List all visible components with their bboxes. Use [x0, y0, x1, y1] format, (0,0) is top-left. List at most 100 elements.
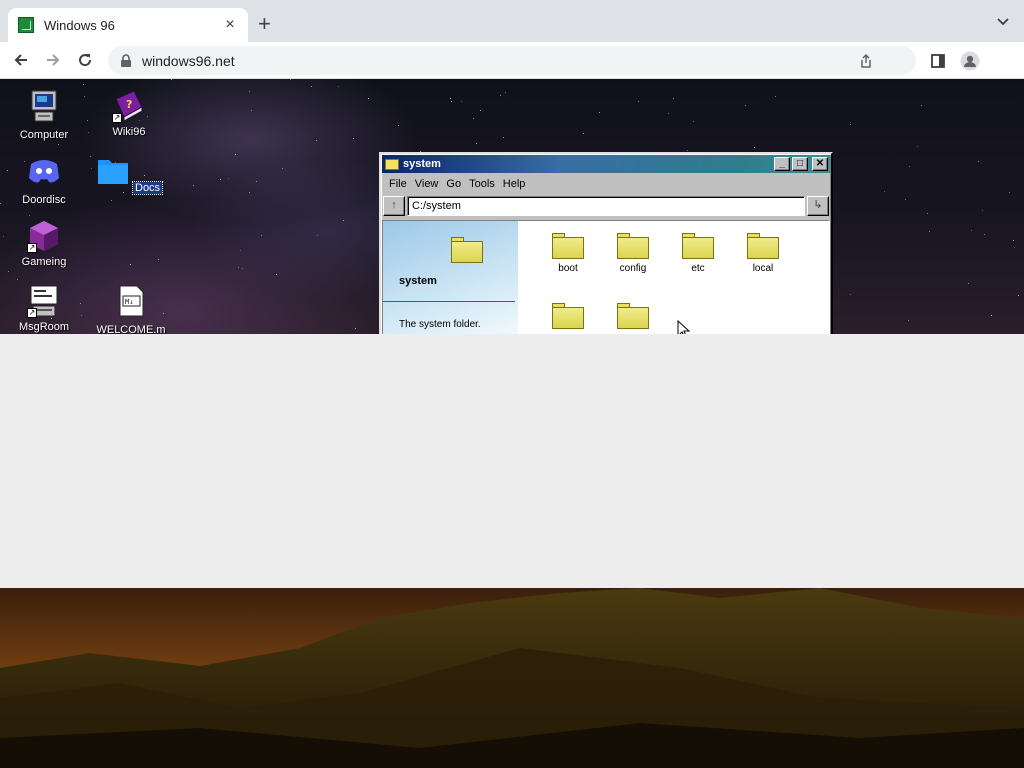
menu-bar: File View Go Tools Help — [381, 174, 831, 194]
url-text: windows96.net — [142, 52, 235, 69]
star — [473, 118, 474, 119]
reload-icon — [79, 54, 92, 67]
chevron-down-icon[interactable] — [996, 14, 1010, 28]
close-button[interactable]: ✕ — [812, 157, 828, 171]
star — [917, 146, 918, 147]
menu-tools[interactable]: Tools — [465, 178, 499, 190]
star — [8, 271, 9, 272]
star — [850, 294, 851, 295]
star — [921, 105, 922, 106]
star — [908, 320, 909, 321]
side-panel-button[interactable] — [928, 51, 948, 71]
game-cube-icon: ↗ — [27, 219, 61, 253]
back-button[interactable] — [10, 50, 32, 70]
star — [84, 96, 85, 97]
star — [83, 84, 84, 85]
star — [249, 91, 250, 92]
star — [0, 203, 1, 204]
desktop-icon-computer[interactable]: Computer — [4, 89, 84, 141]
star — [775, 96, 776, 97]
star — [220, 179, 221, 180]
tab-strip: Windows 96 × + — [0, 0, 1024, 42]
desktop-icon-label: Doordisc — [22, 194, 66, 206]
go-button[interactable]: ↳ — [807, 196, 829, 216]
star — [240, 250, 241, 251]
sidebar-divider — [383, 301, 515, 302]
star — [249, 192, 250, 193]
star — [282, 168, 283, 169]
minimize-button[interactable]: _ — [774, 157, 790, 171]
folder-item-5[interactable] — [543, 303, 593, 333]
folder-title-icon — [385, 158, 399, 170]
forward-button[interactable] — [42, 50, 64, 70]
folder-icon — [552, 303, 584, 329]
star — [638, 101, 639, 102]
folder-label: boot — [558, 263, 578, 274]
profile-button[interactable] — [960, 51, 980, 71]
star — [461, 101, 462, 102]
up-folder-button[interactable]: ↑ — [383, 196, 405, 216]
folder-item-6[interactable] — [608, 303, 658, 333]
share-button[interactable] — [856, 51, 876, 71]
star — [235, 154, 236, 155]
info-sidebar: system The system folder. — [383, 221, 518, 334]
star — [927, 213, 928, 214]
reload-button[interactable] — [74, 50, 96, 70]
folder-icon — [682, 233, 714, 259]
star — [256, 181, 257, 182]
folder-label: local — [752, 263, 774, 274]
star — [673, 98, 674, 99]
menu-file[interactable]: File — [385, 178, 411, 190]
browser-tab[interactable]: Windows 96 × — [8, 8, 248, 42]
explorer-window[interactable]: system _ □ ✕ File View Go Tools Help ↑ C… — [379, 152, 833, 334]
star — [17, 279, 18, 280]
desktop-icon-welcome[interactable]: M↓ WELCOME.m — [91, 284, 171, 334]
window-title: system — [403, 158, 441, 170]
star — [368, 98, 369, 99]
folder-item-config[interactable]: config — [608, 233, 658, 274]
new-tab-button[interactable]: + — [258, 13, 271, 35]
markdown-file-icon: M↓ — [119, 285, 144, 317]
desktop-icon-docs[interactable]: Docs — [89, 154, 169, 195]
menu-go[interactable]: Go — [442, 178, 465, 190]
star — [450, 98, 451, 99]
sidebar-description: The system folder. — [399, 319, 481, 330]
menu-help[interactable]: Help — [499, 178, 530, 190]
star — [355, 328, 356, 329]
star — [311, 86, 312, 87]
path-input[interactable]: C:/system — [407, 196, 805, 216]
star — [687, 150, 688, 151]
folder-item-boot[interactable]: boot — [543, 233, 593, 274]
tab-close-icon[interactable]: × — [222, 17, 238, 33]
msgroom-icon: ↗ — [27, 284, 61, 318]
star — [850, 124, 851, 125]
window-titlebar[interactable]: system _ □ ✕ — [382, 155, 830, 173]
folder-item-etc[interactable]: etc — [673, 233, 723, 274]
folder-item-local[interactable]: local — [738, 233, 788, 274]
address-row: ↑ C:/system ↳ — [381, 194, 831, 218]
desktop-icon-msgroom[interactable]: ↗ MsgRoom — [4, 284, 84, 333]
desktop-icon-doordisc[interactable]: Doordisc — [4, 154, 84, 206]
star — [58, 144, 59, 145]
star — [476, 143, 477, 144]
lock-icon[interactable] — [120, 53, 132, 68]
star — [850, 122, 851, 123]
star — [338, 86, 339, 87]
star — [968, 283, 969, 284]
address-bar[interactable]: windows96.net — [108, 46, 916, 75]
star — [480, 110, 481, 111]
star — [583, 133, 584, 134]
menu-view[interactable]: View — [411, 178, 443, 190]
star — [745, 105, 746, 106]
star — [228, 178, 229, 179]
desktop-icon-wiki96[interactable]: ? ↗ Wiki96 — [89, 89, 169, 138]
star — [87, 120, 88, 121]
shortcut-arrow-icon: ↗ — [112, 113, 122, 123]
maximize-button[interactable]: □ — [792, 157, 808, 171]
star — [884, 191, 885, 192]
svg-text:?: ? — [126, 98, 132, 111]
tab-title: Windows 96 — [44, 17, 115, 33]
desktop-icon-label: Gameing — [21, 256, 67, 268]
star — [451, 101, 452, 102]
desktop-icon-gameing[interactable]: ↗ Gameing — [4, 219, 84, 268]
